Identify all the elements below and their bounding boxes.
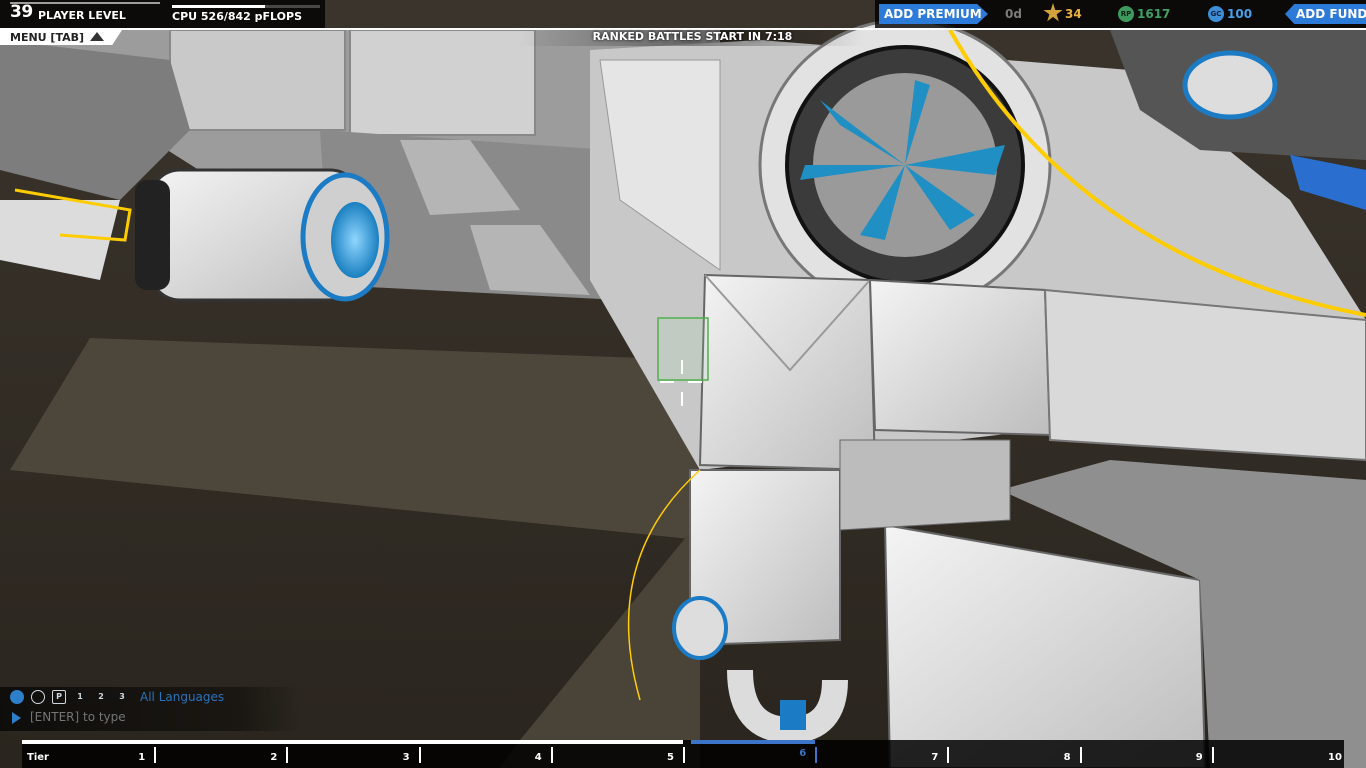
tier-number-6: 6 (799, 748, 807, 759)
player-level-label: PLAYER LEVEL (38, 9, 126, 22)
cube-2 (868, 278, 1052, 437)
tier-divider (1079, 747, 1082, 763)
person-icon[interactable] (31, 690, 45, 704)
tier-progress-fill (22, 740, 683, 744)
tier-divider (1211, 747, 1214, 763)
robits-value: 1617 (1137, 7, 1171, 21)
cosmetic-credits-value: 100 (1227, 7, 1253, 21)
cpu-bar-track (172, 5, 320, 8)
party-icon[interactable]: P (52, 690, 66, 704)
tier-label: Tier (27, 752, 49, 763)
tier-divider (154, 747, 157, 763)
wall-block (349, 29, 536, 136)
chat-panel: P 1 2 3 All Languages (0, 687, 300, 731)
tier-number-7: 7 (931, 752, 939, 763)
cpu-label: CPU 526/842 pFLOPS (172, 10, 303, 23)
team2-icon[interactable]: 2 (94, 690, 108, 704)
add-premium-button[interactable]: ADD PREMIUM (879, 4, 988, 24)
team1-icon[interactable]: 1 (73, 690, 87, 704)
currency-panel: ADD PREMIUM 0d 34 RP 1617 GC 100 ADD FUN… (875, 0, 1366, 28)
tier-number-5: 5 (667, 752, 674, 763)
menu-label: MENU [TAB] (10, 31, 85, 44)
tier-number-1: 1 (138, 752, 146, 763)
right-top-ring (1182, 50, 1278, 120)
rp-coin-icon: RP (1118, 6, 1134, 22)
tier-number-10: 10 (1328, 752, 1342, 763)
tier-number-4: 4 (534, 752, 542, 763)
stars-value: 34 (1065, 7, 1082, 21)
tier-divider (815, 747, 818, 763)
pipe-band (780, 700, 806, 730)
player-level-panel: 39 PLAYER LEVEL (0, 0, 165, 28)
tier-divider (683, 747, 685, 763)
rank-star-icon (1043, 3, 1063, 22)
tier-divider (947, 747, 950, 763)
tier-number-2: 2 (270, 752, 278, 763)
tier-divider (286, 747, 289, 763)
gc-coin-icon: GC (1208, 6, 1224, 22)
thruster-ring (135, 180, 170, 290)
player-level-number: 39 (10, 2, 33, 22)
connector (839, 439, 1011, 531)
chat-arrow-icon (12, 712, 21, 724)
menu-button[interactable]: MENU [TAB] (0, 30, 122, 45)
chat-input[interactable] (30, 710, 270, 724)
cpu-bar-fill (172, 5, 265, 8)
team3-icon[interactable]: 3 (115, 690, 129, 704)
tier-number-9: 9 (1195, 752, 1203, 763)
crosshair-top (681, 360, 683, 374)
ranked-battles-banner: RANKED BATTLES START IN 7:18 (520, 30, 865, 46)
pipe-end (672, 596, 728, 660)
add-funds-button[interactable]: ADD FUNDS (1285, 4, 1366, 24)
globe-icon[interactable] (10, 690, 24, 704)
chevron-up-icon (90, 32, 104, 41)
cpu-panel: CPU 526/842 pFLOPS (165, 0, 325, 28)
tier-divider (418, 747, 421, 763)
tier-current-fill (691, 740, 816, 744)
tier-divider (550, 747, 553, 763)
wall-block (169, 29, 346, 131)
thruster-glow (331, 202, 379, 278)
tier-bar: Tier 1 2 3 4 5 6 7 8 9 10 (22, 740, 1344, 768)
crosshair (660, 360, 702, 410)
premium-days: 0d (1005, 7, 1022, 21)
crosshair-left (660, 381, 674, 383)
chat-language-label[interactable]: All Languages (140, 690, 224, 704)
crosshair-bottom (681, 392, 683, 406)
tier-number-8: 8 (1063, 752, 1071, 763)
crosshair-right (688, 381, 702, 383)
cube-3 (1043, 288, 1366, 462)
tier-number-3: 3 (402, 752, 410, 763)
